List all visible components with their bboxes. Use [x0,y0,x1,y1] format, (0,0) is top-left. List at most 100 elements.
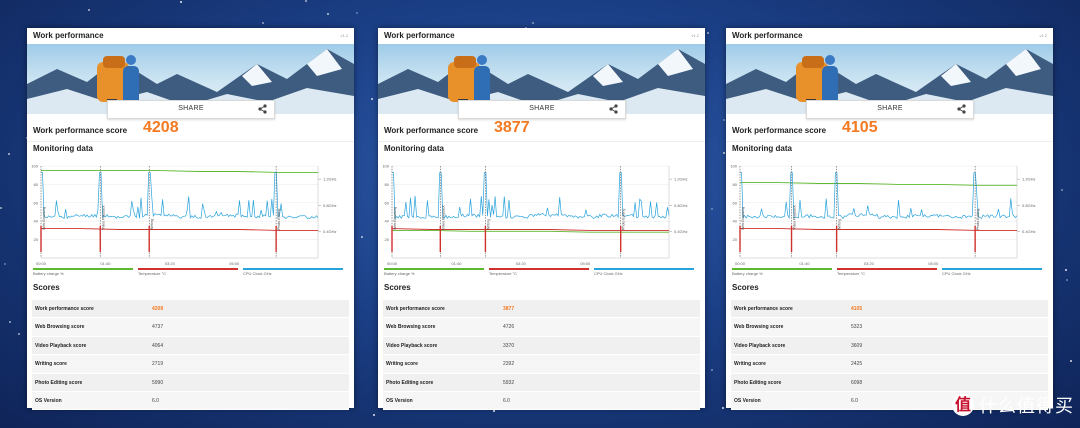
row-value: 4208 [152,306,164,312]
star [711,208,714,211]
row-value: 6.0 [503,397,510,404]
y-tick-left: 40 [733,219,738,224]
table-row: Photo Editing score 5990 [32,373,349,392]
legend-swatch [384,268,484,270]
share-icon[interactable] [957,104,966,114]
monitoring-title: Monitoring data [33,144,93,153]
chart-legend: Battery charge % Temperature °C CPU Clock … [732,268,1047,280]
share-label: SHARE [529,105,555,112]
row-label: Writing score [386,361,418,368]
panel-title: Work performance [384,31,455,40]
row-value: 5990 [152,379,164,386]
share-button[interactable]: SHARE [107,100,275,119]
score-row: Work performance score 4208 [27,118,354,142]
y-tick-right: 1.2GHz [674,177,688,182]
table-row: Work performance score 4208 [32,300,349,319]
star [531,22,534,25]
star [721,407,724,410]
row-value: 4064 [152,342,164,349]
scores-title: Scores [732,283,759,292]
x-tick: 01:40 [799,261,810,266]
x-tick: 01:40 [100,261,111,266]
benchmark-panel: Work performance v1.2 SHARE Work perform… [27,28,354,411]
star [88,8,90,11]
series-line-battery [41,170,318,173]
legend-swatch [489,268,589,270]
legend-item: CPU Clock GHz [243,268,343,276]
table-row: Web Browsing score 4726 [383,318,700,337]
legend-swatch [138,268,238,270]
version-label: v1.2 [1039,33,1047,38]
share-icon[interactable] [258,104,267,114]
y-tick-right: 0.8GHz [674,203,688,208]
x-tick: 00:00 [387,261,398,266]
share-icon[interactable] [609,104,618,114]
score-value: 3877 [494,119,530,136]
x-tick: 01:40 [451,261,462,266]
row-value: 2719 [152,361,164,368]
table-row: Web Browsing score 5323 [731,318,1048,337]
y-tick-left: 40 [34,219,39,224]
share-button[interactable]: SHARE [458,100,626,119]
chart-legend: Battery charge % Temperature °C CPU Clock … [384,268,699,280]
y-tick-right: 1.2GHz [1022,177,1036,182]
legend-label: Temperature °C [138,271,167,276]
x-tick: 00:00 [36,261,47,266]
share-label: SHARE [877,105,903,112]
table-row: Work performance score 4105 [731,300,1048,319]
legend-label: Battery charge % [384,271,415,276]
y-tick-left: 60 [733,200,738,205]
y-tick-right: 0.4GHz [674,229,688,234]
version-label: v1.2 [340,33,348,38]
star [723,151,726,154]
test-marker-label: Writing [486,219,490,230]
watermark-badge-logo: 值 [952,394,974,416]
star [710,368,713,371]
table-row: Writing score 2719 [32,355,349,374]
star [373,414,376,417]
y-tick-left: 20 [733,237,738,242]
legend-swatch [243,268,343,270]
star [7,152,10,155]
row-value: 4105 [851,306,863,312]
x-tick: 03:20 [516,261,527,266]
table-row: Writing score 2392 [383,355,700,374]
legend-item: CPU Clock GHz [942,268,1042,276]
y-tick-left: 80 [733,182,738,187]
score-row: Work performance score 4105 [726,118,1053,142]
series-line-battery [740,182,1017,186]
table-row: Photo Editing score 5932 [383,373,700,392]
row-value: 3877 [503,306,515,312]
score-label: Work performance score [732,126,827,135]
legend-item: CPU Clock GHz [594,268,694,276]
panel-header: Work performance v1.2 [378,28,705,44]
y-tick-right: 0.4GHz [1022,229,1036,234]
panel-header: Work performance v1.2 [27,28,354,44]
star [17,333,20,336]
legend-swatch [594,268,694,270]
score-label: Work performance score [33,126,128,135]
star [1065,269,1068,272]
monitoring-chart: 100 80 60 40 20 1.2GHz 0.8GHz 0.4GHz 00:00 01:40 0… [730,164,1036,267]
legend-item: Temperature °C [489,268,589,276]
score-value: 4208 [143,119,179,136]
legend-label: Temperature °C [489,271,518,276]
row-value: 3609 [851,342,863,349]
y-tick-left: 20 [34,237,39,242]
share-button[interactable]: SHARE [806,100,974,119]
legend-label: CPU Clock GHz [243,271,272,276]
row-label: OS Version [734,397,761,404]
table-row: OS Version 6.0 [383,391,700,411]
table-row: Video Playback score 4064 [32,336,349,356]
row-value: 5932 [503,379,515,386]
row-value: 6.0 [152,397,159,404]
legend-item: Battery charge % [33,268,133,276]
test-marker-label: Photo Editing [622,209,626,230]
y-tick-left: 80 [34,182,39,187]
star [707,32,710,35]
row-label: Web Browsing score [35,324,85,331]
table-row: Video Playback score 3609 [731,336,1048,356]
table-row: Photo Editing score 6098 [731,373,1048,392]
legend-swatch [732,268,832,270]
row-label: Web Browsing score [386,324,436,331]
